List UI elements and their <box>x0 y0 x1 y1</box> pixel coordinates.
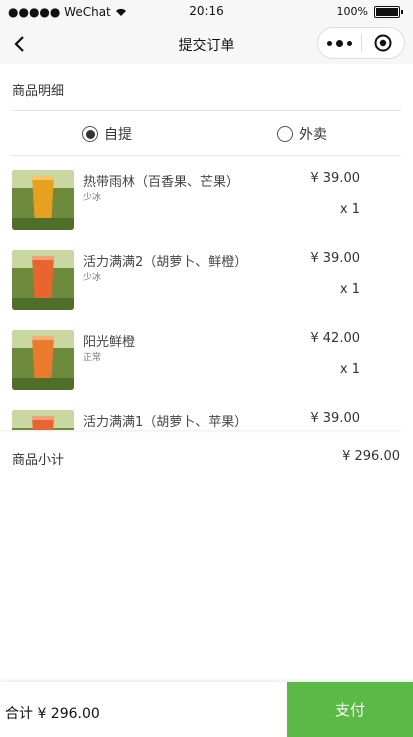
list-item[interactable]: 阳光鲜橙 正常 ¥ 42.00 x 1 <box>0 316 413 396</box>
menu-capsule <box>317 27 405 59</box>
navigation-bar: 提交订单 <box>0 24 413 64</box>
pay-button[interactable]: 支付 <box>287 682 413 737</box>
battery-info: 100% <box>337 5 403 18</box>
battery-tip <box>401 9 403 14</box>
list-item[interactable]: 活力满满2（胡萝卜、鲜橙） 少冰 ¥ 39.00 x 1 <box>0 236 413 316</box>
subtotal-value: ¥ 296.00 <box>342 449 400 464</box>
product-quantity: x 1 <box>339 362 360 377</box>
juice-image-icon <box>12 170 74 230</box>
status-bar: ●●●●● WeChat 20:16 100% <box>0 0 413 24</box>
juice-image-icon <box>12 410 74 432</box>
section-title: 商品明细 <box>12 84 65 99</box>
product-price: ¥ 39.00 <box>310 251 360 266</box>
product-note: 少冰 <box>83 273 102 283</box>
battery-icon <box>374 5 400 18</box>
more-button[interactable] <box>318 28 361 58</box>
product-list[interactable]: 热带雨林（百香果、芒果） 少冰 ¥ 39.00 x 1 活力满满2（胡萝卜、鲜橙… <box>0 156 413 432</box>
product-image <box>12 330 74 390</box>
product-quantity: x 1 <box>339 202 360 217</box>
option-pickup[interactable]: 自提 <box>82 124 132 144</box>
radio-checked[interactable] <box>82 126 98 142</box>
product-image <box>12 410 74 432</box>
divider <box>12 110 401 111</box>
delivery-options: 自提 外卖 <box>0 120 413 152</box>
radio-unchecked[interactable] <box>277 126 293 142</box>
list-item[interactable]: 热带雨林（百香果、芒果） 少冰 ¥ 39.00 x 1 <box>0 156 413 236</box>
product-quantity: x 1 <box>339 282 360 297</box>
product-note: 正常 <box>83 353 102 363</box>
product-name: 热带雨林（百香果、芒果） <box>83 175 240 190</box>
product-note: 少冰 <box>83 193 102 203</box>
option-label: 外卖 <box>299 127 327 143</box>
close-miniprogram-button[interactable] <box>361 28 404 58</box>
product-image <box>12 250 74 310</box>
list-bottom-shadow <box>0 430 401 433</box>
option-label: 自提 <box>104 127 132 143</box>
product-price: ¥ 39.00 <box>310 171 360 186</box>
product-price: ¥ 39.00 <box>310 411 360 426</box>
juice-image-icon <box>12 250 74 310</box>
list-item[interactable]: 活力满满1（胡萝卜、苹果） ¥ 39.00 <box>0 396 413 432</box>
product-image <box>12 170 74 230</box>
product-name: 活力满满1（胡萝卜、苹果） <box>83 415 248 430</box>
product-name: 阳光鲜橙 <box>83 335 136 350</box>
total-amount: 合计 ¥ 296.00 <box>5 706 100 722</box>
product-price: ¥ 42.00 <box>310 331 360 346</box>
battery-percent: 100% <box>336 5 368 18</box>
product-name: 活力满满2（胡萝卜、鲜橙） <box>83 255 248 270</box>
option-delivery[interactable]: 外卖 <box>277 124 327 144</box>
target-icon <box>374 34 392 52</box>
subtotal-label: 商品小计 <box>12 453 65 468</box>
juice-image-icon <box>12 330 74 390</box>
checkout-bar: 合计 ¥ 296.00 支付 <box>0 682 413 737</box>
